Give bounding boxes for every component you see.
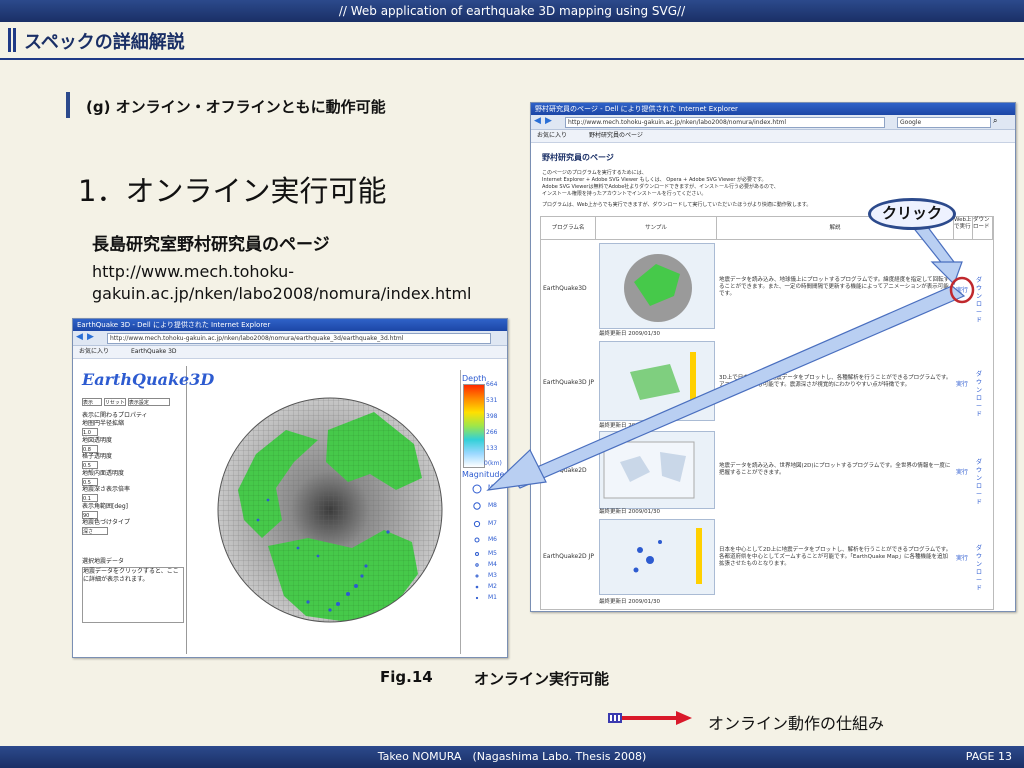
footer-author: Takeo NOMURA (Nagashima Labo. Thesis 200… (377, 750, 647, 763)
big-arrow-head (486, 449, 547, 491)
mechanism-link[interactable]: オンライン動作の仕組み (708, 710, 884, 734)
annotation-arrows (486, 221, 975, 491)
arrow-right-icon (608, 711, 692, 725)
figure-number: Fig.14 (380, 668, 433, 686)
page-number: PAGE 13 (965, 750, 1012, 763)
big-arrow-shaft (511, 285, 966, 489)
click-callout: クリック (868, 198, 956, 230)
slide-footer: Takeo NOMURA (Nagashima Labo. Thesis 200… (0, 746, 1024, 768)
click-arrow-head (930, 261, 963, 286)
figure-caption: オンライン実行可能 (474, 670, 610, 688)
